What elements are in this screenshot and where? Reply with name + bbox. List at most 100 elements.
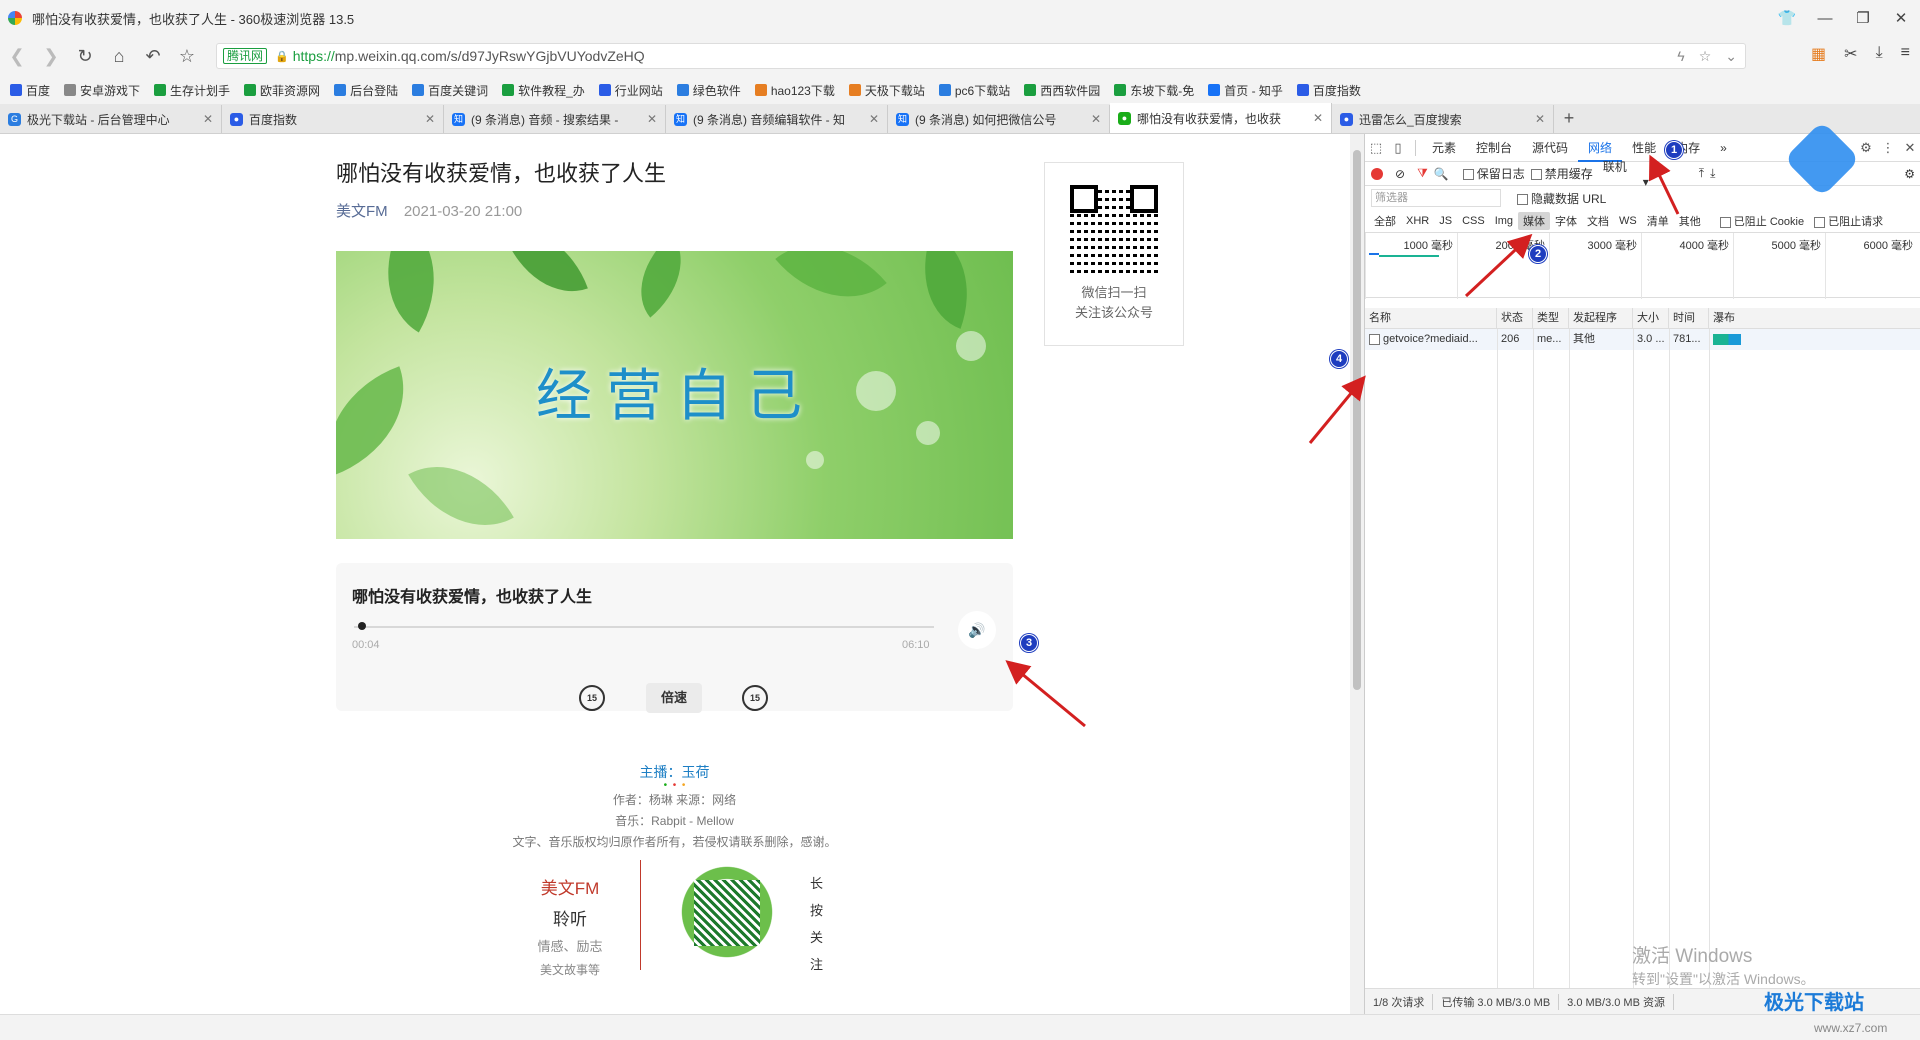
home-button[interactable]: ⌂: [102, 46, 136, 67]
clear-icon[interactable]: ⊘: [1395, 167, 1405, 181]
bookmark-item[interactable]: 百度关键词: [412, 82, 488, 99]
disable-cache-checkbox[interactable]: 禁用缓存: [1530, 165, 1593, 182]
back-button[interactable]: ❮: [0, 46, 34, 67]
filter-input[interactable]: 筛选器: [1371, 189, 1501, 207]
forward-button[interactable]: ❯: [34, 46, 68, 67]
column-header[interactable]: 时间: [1669, 308, 1709, 329]
type-filter[interactable]: 媒体: [1518, 212, 1551, 230]
browser-tab[interactable]: ● 哪怕没有收获爱情，也收获 ✕: [1110, 103, 1332, 133]
tab-close-icon[interactable]: ✕: [1091, 112, 1101, 126]
browser-tab[interactable]: G 极光下载站 - 后台管理中心 ✕: [0, 105, 222, 133]
bookmark-item[interactable]: 百度: [10, 82, 50, 99]
audio-progress-knob[interactable]: [358, 622, 367, 630]
record-icon[interactable]: [1371, 167, 1383, 180]
chevron-down-icon[interactable]: ⌄: [1725, 48, 1737, 65]
close-devtools-icon[interactable]: ✕: [1899, 140, 1920, 156]
download-har-icon[interactable]: ⤓: [1710, 166, 1715, 181]
network-settings-icon[interactable]: ⚙: [1904, 167, 1915, 181]
download-icon[interactable]: ⤓: [1876, 44, 1883, 64]
bookmark-item[interactable]: 欧菲资源网: [244, 82, 320, 99]
browser-tab[interactable]: ● 迅雷怎么_百度搜索 ✕: [1332, 105, 1554, 133]
settings-gear-icon[interactable]: ⚙: [1855, 140, 1877, 156]
bookmark-item[interactable]: 西西软件园: [1024, 82, 1100, 99]
hide-data-url-checkbox[interactable]: 隐藏数据 URL: [1517, 190, 1606, 207]
bookmark-item[interactable]: 安卓游戏下: [64, 82, 140, 99]
device-toggle-icon[interactable]: ▯: [1387, 140, 1409, 156]
scissors-icon[interactable]: ✂: [1844, 44, 1857, 64]
column-header[interactable]: 瀑布: [1709, 308, 1920, 329]
tab-close-icon[interactable]: ✕: [1313, 111, 1323, 125]
tab-close-icon[interactable]: ✕: [647, 112, 657, 126]
inspect-icon[interactable]: ⬚: [1365, 140, 1387, 156]
menu-icon[interactable]: ≡: [1901, 44, 1910, 64]
browser-tab[interactable]: 知 (9 条消息) 音频编辑软件 - 知 ✕: [666, 105, 888, 133]
bookmark-item[interactable]: 百度指数: [1296, 82, 1361, 99]
new-tab-button[interactable]: +: [1554, 105, 1584, 133]
address-bar[interactable]: 腾讯网 🔒 https:// mp.weixin.qq.com/s/d97JyR…: [216, 43, 1746, 69]
bookmark-item[interactable]: 绿色软件: [676, 82, 741, 99]
type-filter[interactable]: XHR: [1401, 214, 1434, 228]
column-header[interactable]: 状态: [1497, 308, 1533, 329]
search-icon[interactable]: 🔍: [1434, 167, 1449, 181]
browser-tab[interactable]: 知 (9 条消息) 如何把微信公号 ✕: [888, 105, 1110, 133]
reload-button[interactable]: ↻: [68, 46, 102, 67]
preserve-log-checkbox[interactable]: 保留日志: [1462, 165, 1525, 182]
column-header[interactable]: 类型: [1533, 308, 1569, 329]
bookmark-item[interactable]: 生存计划手: [154, 82, 230, 99]
playback-speed-button[interactable]: 倍速: [646, 683, 702, 713]
type-filter[interactable]: Img: [1490, 214, 1518, 228]
bookmark-star-button[interactable]: ☆: [170, 46, 204, 67]
type-filter[interactable]: 其他: [1674, 212, 1706, 230]
tab-close-icon[interactable]: ✕: [425, 112, 435, 126]
type-filter[interactable]: 字体: [1550, 212, 1582, 230]
rewind-15-button[interactable]: 15: [579, 685, 605, 711]
restore-button[interactable]: ❐: [1844, 9, 1882, 27]
devtools-tab[interactable]: 源代码: [1522, 134, 1578, 162]
upload-icon[interactable]: ⤒: [1699, 166, 1704, 181]
bookmark-item[interactable]: 首页 - 知乎: [1208, 82, 1283, 99]
column-header[interactable]: 名称: [1365, 308, 1497, 329]
type-filter[interactable]: 清单: [1642, 212, 1674, 230]
forward-15-button[interactable]: 15: [742, 685, 768, 711]
throttle-select[interactable]: 联机 ▾: [1603, 158, 1673, 189]
type-filter[interactable]: JS: [1434, 214, 1457, 228]
undo-close-button[interactable]: ↶: [136, 46, 170, 67]
bookmark-item[interactable]: 东坡下载-免: [1114, 82, 1194, 99]
lightning-icon[interactable]: ϟ: [1677, 48, 1684, 65]
devtools-tab[interactable]: »: [1710, 134, 1737, 162]
scrollbar-thumb[interactable]: [1353, 150, 1361, 690]
row-checkbox[interactable]: [1369, 333, 1380, 345]
column-header[interactable]: 发起程序: [1569, 308, 1633, 329]
type-filter[interactable]: 全部: [1369, 212, 1401, 230]
bookmark-item[interactable]: 后台登陆: [334, 82, 398, 99]
audio-progress-track[interactable]: [354, 626, 934, 628]
type-filter[interactable]: WS: [1614, 214, 1642, 228]
tab-close-icon[interactable]: ✕: [203, 112, 213, 126]
blocked-cookie-checkbox[interactable]: 已阻止 Cookie: [1719, 213, 1804, 229]
browser-tab[interactable]: 知 (9 条消息) 音频 - 搜索结果 - ✕: [444, 105, 666, 133]
bookmark-item[interactable]: hao123下载: [754, 82, 835, 99]
skin-icon[interactable]: 👕: [1768, 9, 1806, 27]
close-window-button[interactable]: ✕: [1882, 9, 1920, 27]
filter-icon[interactable]: ⧩: [1417, 166, 1428, 181]
more-options-icon[interactable]: ⋮: [1877, 140, 1899, 156]
table-row[interactable]: getvoice?mediaid... 206 me... 其他 3.0 ... 781.…: [1365, 329, 1920, 350]
blocked-requests-checkbox[interactable]: 已阻止请求: [1814, 213, 1883, 229]
browser-tab[interactable]: ● 百度指数 ✕: [222, 105, 444, 133]
bookmark-item[interactable]: 软件教程_办: [502, 82, 585, 99]
apps-icon[interactable]: ▦: [1811, 44, 1826, 64]
page-scrollbar[interactable]: [1350, 134, 1364, 1014]
bookmark-item[interactable]: 天极下载站: [848, 82, 925, 99]
article-source-link[interactable]: 美文FM: [336, 203, 388, 220]
column-header[interactable]: 大小: [1633, 308, 1669, 329]
minimize-button[interactable]: —: [1806, 10, 1844, 27]
bookmark-item[interactable]: pc6下载站: [938, 82, 1010, 99]
tab-close-icon[interactable]: ✕: [869, 112, 879, 126]
volume-icon[interactable]: 🔊: [958, 611, 996, 649]
type-filter[interactable]: 文档: [1582, 212, 1614, 230]
favorite-icon[interactable]: ☆: [1699, 48, 1712, 65]
bookmark-item[interactable]: 行业网站: [598, 82, 663, 99]
devtools-tab[interactable]: 控制台: [1466, 134, 1522, 162]
devtools-tab[interactable]: 元素: [1422, 134, 1466, 162]
tab-close-icon[interactable]: ✕: [1535, 112, 1545, 126]
